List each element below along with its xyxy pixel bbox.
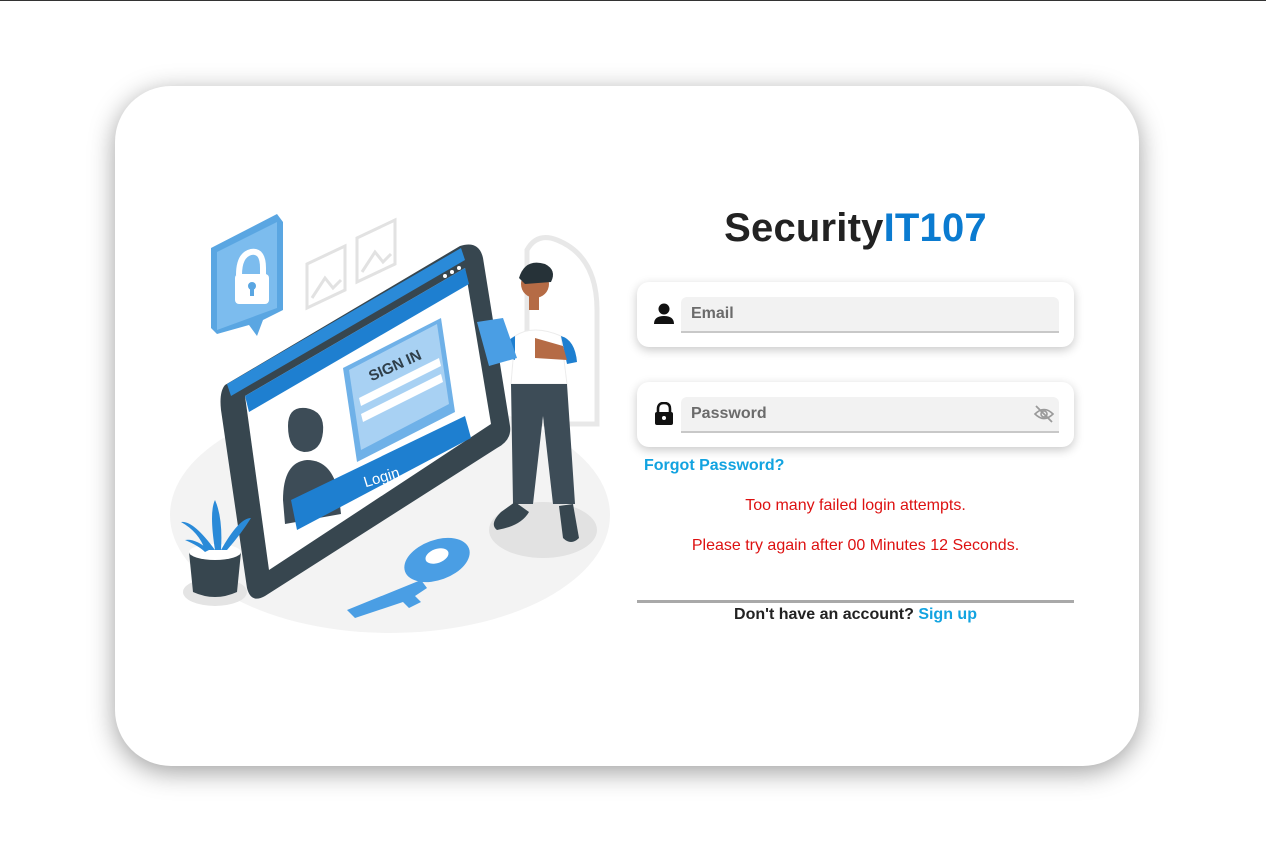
lock-icon: [655, 402, 673, 425]
forgot-password-link[interactable]: Forgot Password?: [644, 457, 784, 475]
email-input[interactable]: [681, 297, 1059, 333]
top-border-line: [0, 0, 1266, 1]
signup-prompt: Don't have an account?: [734, 606, 914, 623]
login-illustration: SIGN IN Login: [170, 214, 610, 633]
divider: [637, 600, 1074, 603]
brand-title-part2: IT107: [883, 206, 987, 250]
user-icon: [654, 303, 674, 324]
brand-title-part1: Security: [724, 206, 884, 250]
padlock-bubble-icon: [211, 214, 283, 336]
error-message-retry: Please try again after 00 Minutes 12 Sec…: [691, 537, 1020, 554]
error-message-attempts: Too many failed login attempts.: [745, 497, 966, 514]
signup-row: Don't have an account? Sign up: [637, 606, 1074, 624]
password-field-card: [637, 382, 1074, 447]
brand-title: SecurityIT107: [637, 206, 1074, 251]
password-input[interactable]: [681, 397, 1059, 433]
eye-slash-icon[interactable]: [1033, 404, 1055, 424]
signup-link[interactable]: Sign up: [918, 606, 977, 623]
email-field-card: [637, 282, 1074, 347]
